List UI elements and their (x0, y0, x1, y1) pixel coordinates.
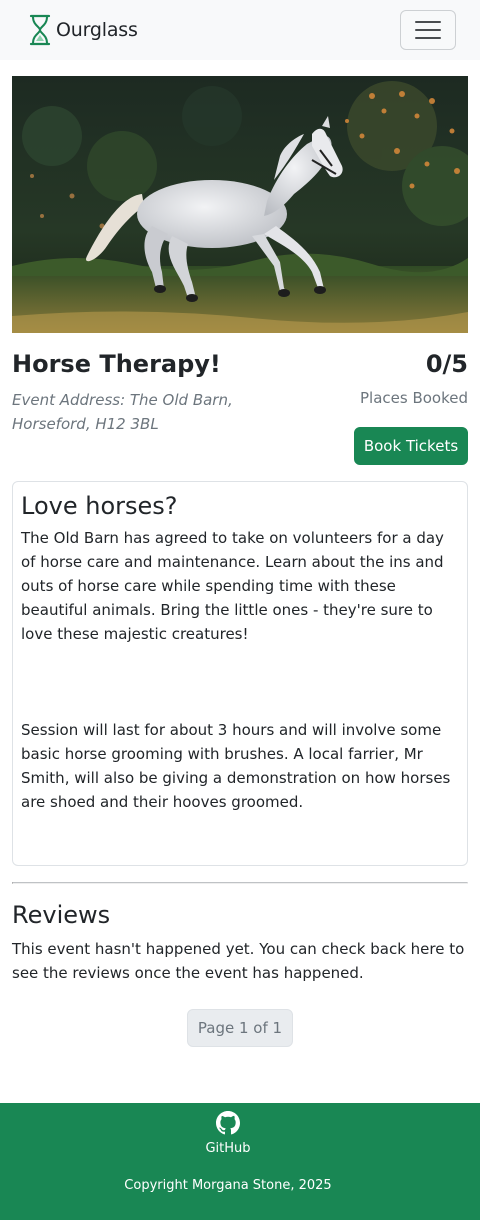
places-booked-value: 0/5 (425, 350, 468, 378)
description-heading: Love horses? (21, 492, 178, 520)
event-description-card: Love horses? The Old Barn has agreed to … (12, 481, 468, 866)
brand-name: Ourglass (56, 19, 138, 41)
github-icon (216, 1111, 240, 1135)
description-paragraph-1: The Old Barn has agreed to take on volun… (21, 529, 444, 643)
description-paragraph-2: Session will last for about 3 hours and … (21, 721, 451, 811)
event-title: Horse Therapy! (12, 350, 221, 378)
navbar: Ourglass (0, 0, 480, 60)
footer: GitHub Copyright Morgana Stone, 2025 (0, 1103, 480, 1220)
hamburger-menu-icon (415, 21, 441, 39)
github-link[interactable]: GitHub (0, 1111, 456, 1156)
reviews-empty-message: This event hasn't happened yet. You can … (12, 940, 465, 982)
event-hero-image (12, 76, 468, 333)
book-tickets-button[interactable]: Book Tickets (354, 427, 468, 465)
github-label: GitHub (205, 1141, 251, 1156)
places-booked-label: Places Booked (359, 389, 468, 407)
copyright-text: Copyright Morgana Stone, 2025 (124, 1178, 332, 1193)
reviews-heading: Reviews (12, 901, 111, 929)
brand-link[interactable]: Ourglass (28, 14, 138, 46)
navbar-toggle-button[interactable] (400, 10, 456, 50)
event-address: Event Address: The Old Barn, Horseford, … (12, 391, 233, 433)
hourglass-icon (29, 14, 51, 46)
section-divider (12, 882, 468, 884)
pagination-indicator: Page 1 of 1 (187, 1009, 293, 1047)
